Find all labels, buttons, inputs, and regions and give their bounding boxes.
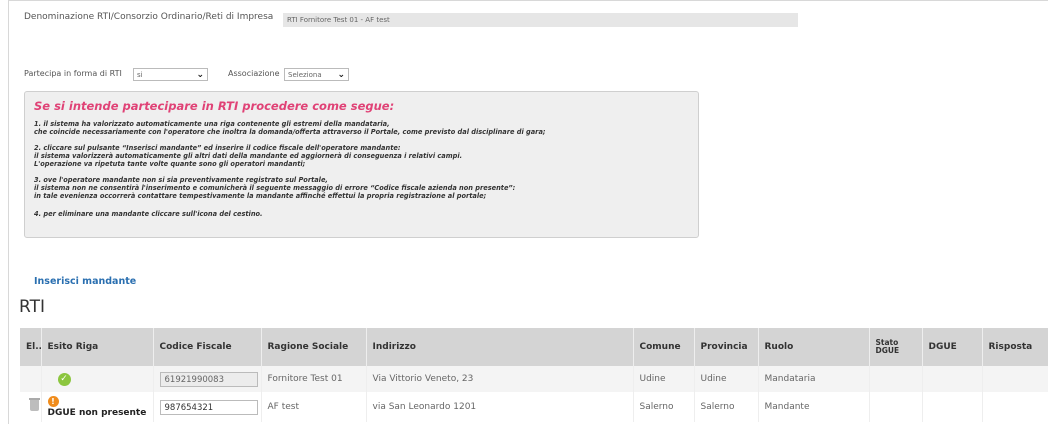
col-header-stato-dgue[interactable]: Stato DGUE <box>869 328 923 366</box>
row-cf-cell: 61921990083 <box>153 366 262 392</box>
denominazione-label: Denominazione RTI/Consorzio Ordinario/Re… <box>24 12 274 22</box>
col-header-indirizzo[interactable]: Indirizzo <box>366 328 634 366</box>
col-header-comune[interactable]: Comune <box>633 328 695 366</box>
info-step-1b: che coincide necessariamente con l'opera… <box>34 128 546 136</box>
add-mandante-button[interactable]: Inserisci mandante <box>34 276 136 287</box>
partecipa-label: Partecipa in forma di RTI <box>24 69 122 78</box>
row-indirizzo: Via Vittorio Veneto, 23 <box>366 366 634 392</box>
row-indirizzo: via San Leonardo 1201 <box>366 392 634 422</box>
col-header-stato-line2: DGUE <box>875 346 900 355</box>
associazione-select[interactable]: Seleziona ⌄ <box>284 68 349 81</box>
cf-field-readonly: 61921990083 <box>159 371 258 387</box>
cf-input[interactable]: 987654321 <box>159 399 258 415</box>
row-stato-dgue <box>869 392 923 422</box>
col-header-dgue[interactable]: DGUE <box>922 328 983 366</box>
row-ruolo: Mandataria <box>758 366 870 392</box>
table-header-row: El... Esito Riga Codice Fiscale Ragione … <box>20 328 1048 366</box>
col-header-provincia[interactable]: Provincia <box>694 328 759 366</box>
info-step-3c: in tale evenienza occorrerà contattare t… <box>34 192 487 200</box>
esito-message: DGUE non presente <box>47 408 147 418</box>
row-stato-dgue <box>869 366 923 392</box>
trash-icon[interactable] <box>29 398 40 411</box>
info-step-2a: 2. cliccare sul pulsante “Inserisci mand… <box>34 144 401 152</box>
rti-table: El... Esito Riga Codice Fiscale Ragione … <box>20 328 1048 422</box>
denominazione-field: RTI Fornitore Test 01 - AF test <box>283 13 798 27</box>
associazione-value: Seleziona <box>288 71 322 79</box>
row-ragione: Fornitore Test 01 <box>261 366 367 392</box>
info-title: Se si intende partecipare in RTI procede… <box>34 99 395 113</box>
row-comune: Udine <box>633 366 695 392</box>
table-row: ! DGUE non presente 987654321 AF test vi… <box>20 392 1048 422</box>
col-header-risposta[interactable]: Risposta <box>982 328 1048 366</box>
row-dgue <box>922 392 983 422</box>
col-header-cf[interactable]: Codice Fiscale <box>153 328 262 366</box>
check-circle-icon: ✓ <box>57 372 71 386</box>
row-provincia: Salerno <box>694 392 759 422</box>
partecipa-value: si <box>137 71 143 79</box>
info-step-3a: 3. ove l'operatore mandante non si sia p… <box>34 176 328 184</box>
row-cf-cell: 987654321 <box>153 392 262 422</box>
table-row: ✓ 61921990083 Fornitore Test 01 Via Vitt… <box>20 366 1048 392</box>
row-ragione: AF test <box>261 392 367 422</box>
row-ruolo: Mandante <box>758 392 870 422</box>
row-delete-cell <box>20 392 42 422</box>
row-delete-cell <box>20 366 42 392</box>
col-header-esito[interactable]: Esito Riga <box>41 328 154 366</box>
info-step-4: 4. per eliminare una mandante cliccare s… <box>34 210 263 218</box>
chevron-down-icon: ⌄ <box>337 70 345 80</box>
info-step-1a: 1. il sistema ha valorizzato automaticam… <box>34 120 390 128</box>
col-header-ragione[interactable]: Ragione Sociale <box>261 328 367 366</box>
section-title: RTI <box>19 297 45 317</box>
row-esito-cell: ! DGUE non presente <box>41 392 154 422</box>
row-risposta <box>982 366 1048 392</box>
warning-icon: ! <box>47 396 59 407</box>
info-step-2c: L'operazione va ripetuta tante volte qua… <box>34 160 306 168</box>
row-dgue <box>922 366 983 392</box>
row-comune: Salerno <box>633 392 695 422</box>
associazione-label: Associazione <box>228 69 280 78</box>
row-provincia: Udine <box>694 366 759 392</box>
info-step-2b: il sistema valorizzerà automaticamente g… <box>34 152 463 160</box>
col-header-ruolo[interactable]: Ruolo <box>758 328 870 366</box>
col-header-el[interactable]: El... <box>20 328 42 366</box>
partecipa-select[interactable]: si ⌄ <box>133 68 208 81</box>
row-risposta <box>982 392 1048 422</box>
info-box: Se si intende partecipare in RTI procede… <box>24 91 699 238</box>
info-step-3b: il sistema non ne consentirà l'inserimen… <box>34 184 516 192</box>
row-esito-cell: ✓ <box>41 366 154 392</box>
chevron-down-icon: ⌄ <box>196 70 204 80</box>
